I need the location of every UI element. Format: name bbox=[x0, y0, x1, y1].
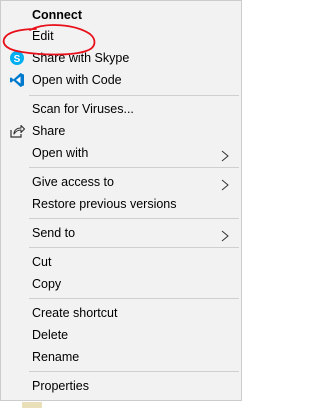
menu-item-restore-previous-versions[interactable]: Restore previous versions bbox=[1, 193, 241, 215]
menu-item-connect[interactable]: Connect bbox=[1, 4, 241, 26]
svg-text:S: S bbox=[14, 54, 21, 65]
taskbar-strip bbox=[0, 401, 246, 408]
menu-item-properties[interactable]: Properties bbox=[1, 375, 241, 397]
share-icon bbox=[9, 123, 26, 139]
menu-item-label: Open with bbox=[32, 146, 89, 160]
menu-item-label: Properties bbox=[32, 379, 89, 393]
menu-item-label: Share with Skype bbox=[32, 51, 130, 65]
chevron-right-icon bbox=[219, 176, 231, 191]
menu-item-label: Connect bbox=[32, 8, 82, 22]
menu-item-create-shortcut[interactable]: Create shortcut bbox=[1, 302, 241, 324]
menu-item-label: Give access to bbox=[32, 175, 114, 189]
menu-item-edit[interactable]: Edit bbox=[1, 25, 241, 47]
menu-item-send-to[interactable]: Send to bbox=[1, 222, 241, 244]
menu-item-share[interactable]: Share bbox=[1, 120, 241, 142]
chevron-right-icon bbox=[219, 147, 231, 162]
menu-separator bbox=[29, 95, 239, 96]
menu-item-label: Share bbox=[32, 124, 66, 138]
menu-item-label: Open with Code bbox=[32, 73, 122, 87]
chevron-right-icon bbox=[219, 227, 231, 242]
context-menu: Connect Edit S Share with Skype Open wit… bbox=[0, 0, 242, 401]
menu-separator bbox=[29, 167, 239, 168]
menu-item-cut[interactable]: Cut bbox=[1, 251, 241, 273]
menu-item-label: Rename bbox=[32, 350, 80, 364]
menu-item-delete[interactable]: Delete bbox=[1, 324, 241, 346]
menu-item-scan-for-viruses[interactable]: Scan for Viruses... bbox=[1, 98, 241, 120]
menu-separator bbox=[29, 247, 239, 248]
menu-item-open-with[interactable]: Open with bbox=[1, 142, 241, 164]
menu-separator bbox=[29, 371, 239, 372]
vscode-icon bbox=[9, 72, 25, 88]
menu-item-label: Edit bbox=[32, 29, 54, 43]
menu-item-label: Copy bbox=[32, 277, 62, 291]
menu-item-label: Create shortcut bbox=[32, 306, 118, 320]
menu-separator bbox=[29, 218, 239, 219]
menu-item-copy[interactable]: Copy bbox=[1, 273, 241, 295]
menu-item-label: Delete bbox=[32, 328, 69, 342]
menu-item-label: Scan for Viruses... bbox=[32, 102, 134, 116]
menu-item-label: Restore previous versions bbox=[32, 197, 177, 211]
menu-item-share-with-skype[interactable]: S Share with Skype bbox=[1, 47, 241, 69]
menu-item-rename[interactable]: Rename bbox=[1, 346, 241, 368]
skype-icon: S bbox=[9, 50, 25, 66]
menu-item-give-access-to[interactable]: Give access to bbox=[1, 171, 241, 193]
menu-item-open-with-code[interactable]: Open with Code bbox=[1, 69, 241, 91]
menu-item-label: Send to bbox=[32, 226, 76, 240]
menu-separator bbox=[29, 298, 239, 299]
folder-tab bbox=[22, 402, 42, 408]
menu-item-label: Cut bbox=[32, 255, 52, 269]
